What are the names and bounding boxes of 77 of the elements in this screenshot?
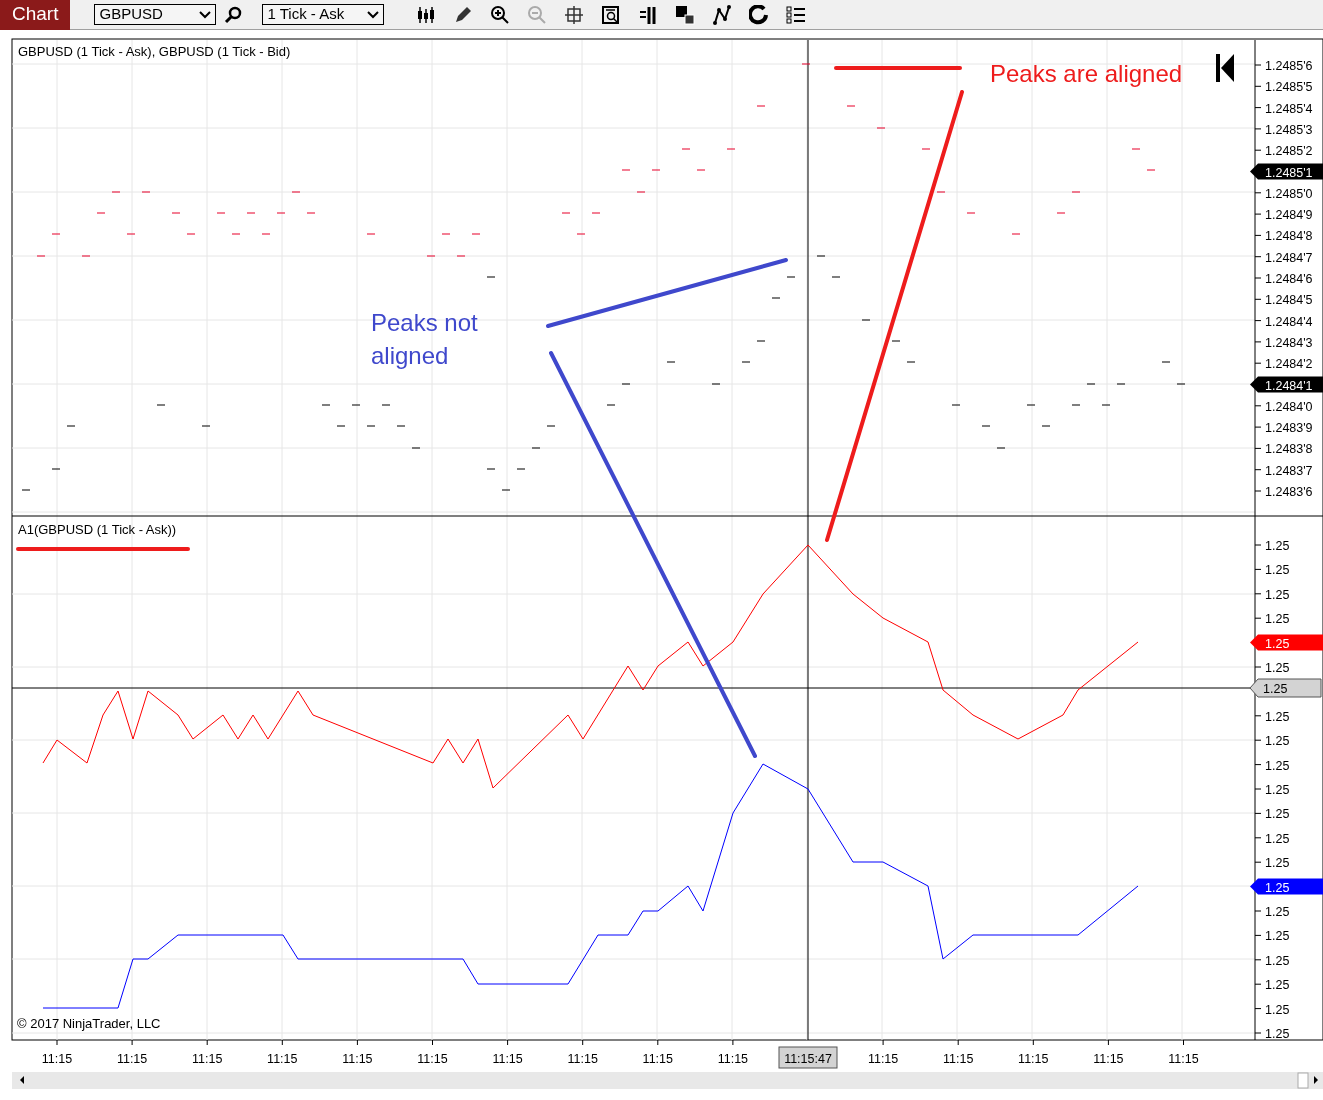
refresh-icon[interactable] bbox=[749, 4, 770, 25]
price-label: 1.2484'4 bbox=[1265, 314, 1313, 329]
time-label: 11:15 bbox=[492, 1052, 523, 1066]
price-label: 1.25 bbox=[1265, 1002, 1290, 1017]
time-label: 11:15 bbox=[1093, 1052, 1124, 1066]
candlestick-icon[interactable] bbox=[416, 4, 437, 25]
chevron-icon bbox=[199, 10, 212, 19]
search-icon[interactable] bbox=[224, 5, 243, 24]
zoom-in-icon[interactable] bbox=[490, 4, 511, 25]
skip-start-icon[interactable] bbox=[1216, 54, 1234, 82]
price-label: 1.25 bbox=[1265, 905, 1290, 919]
price-label: 1.25 bbox=[1265, 612, 1290, 627]
chart-tab[interactable]: Chart bbox=[0, 0, 71, 30]
time-label: 11:15 bbox=[717, 1052, 749, 1066]
time-label: 11:15 bbox=[943, 1052, 974, 1066]
price-label: 1.2484'7 bbox=[1265, 250, 1313, 265]
chevron-icon bbox=[367, 10, 380, 19]
time-label: 11:15 bbox=[867, 1052, 899, 1066]
annotation-text: Peaks are aligned bbox=[990, 59, 1183, 89]
price-label: 1.2484'2 bbox=[1265, 357, 1313, 372]
annotation-text: Peaks not aligned bbox=[371, 308, 479, 371]
price-label: 1.2483'6 bbox=[1265, 485, 1313, 499]
time-label: 11:15 bbox=[1018, 1052, 1049, 1066]
price-label: 1.2485'0 bbox=[1265, 186, 1313, 201]
price-label: 1.2484'0 bbox=[1265, 399, 1313, 414]
price-label: 1.25 bbox=[1265, 734, 1290, 749]
price-label: 1.2485'4 bbox=[1265, 101, 1313, 116]
price-label: 1.2484'9 bbox=[1265, 208, 1313, 223]
price-label: 1.25 bbox=[1265, 709, 1290, 724]
price-label: 1.2485'5 bbox=[1265, 80, 1313, 95]
crosshair-price-marker: 1.25 bbox=[1249, 678, 1322, 698]
instrument-dropdown[interactable]: GBPUSD bbox=[94, 4, 217, 25]
price-label: 1.25 bbox=[1265, 758, 1290, 773]
list-icon[interactable] bbox=[786, 4, 807, 25]
price-label: 1.25 bbox=[1265, 783, 1290, 797]
price-label: 1.25 bbox=[1265, 807, 1290, 822]
crosshair-icon[interactable] bbox=[564, 4, 585, 25]
price-label: 1.25 bbox=[1265, 563, 1290, 578]
horizontal-scrollbar[interactable] bbox=[12, 1072, 1323, 1089]
time-label: 11:15 bbox=[192, 1052, 223, 1066]
price-label: 1.2484'3 bbox=[1265, 335, 1313, 350]
price-label: 1.25 bbox=[1265, 661, 1290, 675]
price-label: 1.25 bbox=[1265, 856, 1290, 871]
pencil-icon[interactable] bbox=[453, 4, 474, 25]
price-label: 1.2483'8 bbox=[1265, 442, 1313, 457]
time-label: 11:15 bbox=[567, 1052, 598, 1066]
time-label: 11:15 bbox=[41, 1052, 73, 1066]
price-label: 1.2483'9 bbox=[1265, 421, 1313, 436]
copyright-text: © 2017 NinjaTrader, LLC bbox=[17, 1016, 161, 1031]
bars-icon[interactable] bbox=[638, 4, 659, 25]
price-label: 1.25 bbox=[1265, 1027, 1290, 1041]
price-label: 1.25 bbox=[1265, 831, 1290, 846]
time-marker: 11:15:47 bbox=[778, 1046, 838, 1069]
price-label: 1.2483'7 bbox=[1265, 463, 1313, 478]
price-label: 1.2485'2 bbox=[1265, 144, 1313, 159]
price-label: 1.25 bbox=[1265, 587, 1290, 602]
price-label: 1.25 bbox=[1265, 953, 1290, 968]
price-label: 1.2484'5 bbox=[1265, 293, 1313, 308]
squares-icon[interactable] bbox=[675, 4, 696, 25]
price-label: 1.25 bbox=[1265, 929, 1290, 944]
price-label: 1.25 bbox=[1265, 978, 1290, 993]
time-label: 11:15 bbox=[267, 1052, 298, 1066]
time-label: 11:15 bbox=[1168, 1052, 1199, 1066]
price-label: 1.2485'3 bbox=[1265, 122, 1313, 137]
nodes-icon[interactable] bbox=[712, 4, 733, 25]
time-label: 11:15 bbox=[642, 1052, 673, 1066]
price-label: 1.25 bbox=[1265, 539, 1290, 553]
data-box-icon[interactable] bbox=[601, 4, 622, 25]
time-label: 11:15 bbox=[417, 1052, 448, 1066]
panel-title: GBPUSD (1 Tick - Ask), GBPUSD (1 Tick - Bid) bbox=[18, 44, 291, 59]
time-label: 11:15 bbox=[116, 1052, 148, 1066]
price-label: 1.2485'6 bbox=[1265, 59, 1313, 73]
time-label: 11:15 bbox=[342, 1052, 373, 1066]
price-label: 1.2484'8 bbox=[1265, 229, 1313, 244]
panel-title: A1(GBPUSD (1 Tick - Ask)) bbox=[18, 522, 177, 537]
price-label: 1.2484'6 bbox=[1265, 272, 1313, 286]
series-type-dropdown[interactable]: 1 Tick - Ask bbox=[262, 4, 385, 25]
